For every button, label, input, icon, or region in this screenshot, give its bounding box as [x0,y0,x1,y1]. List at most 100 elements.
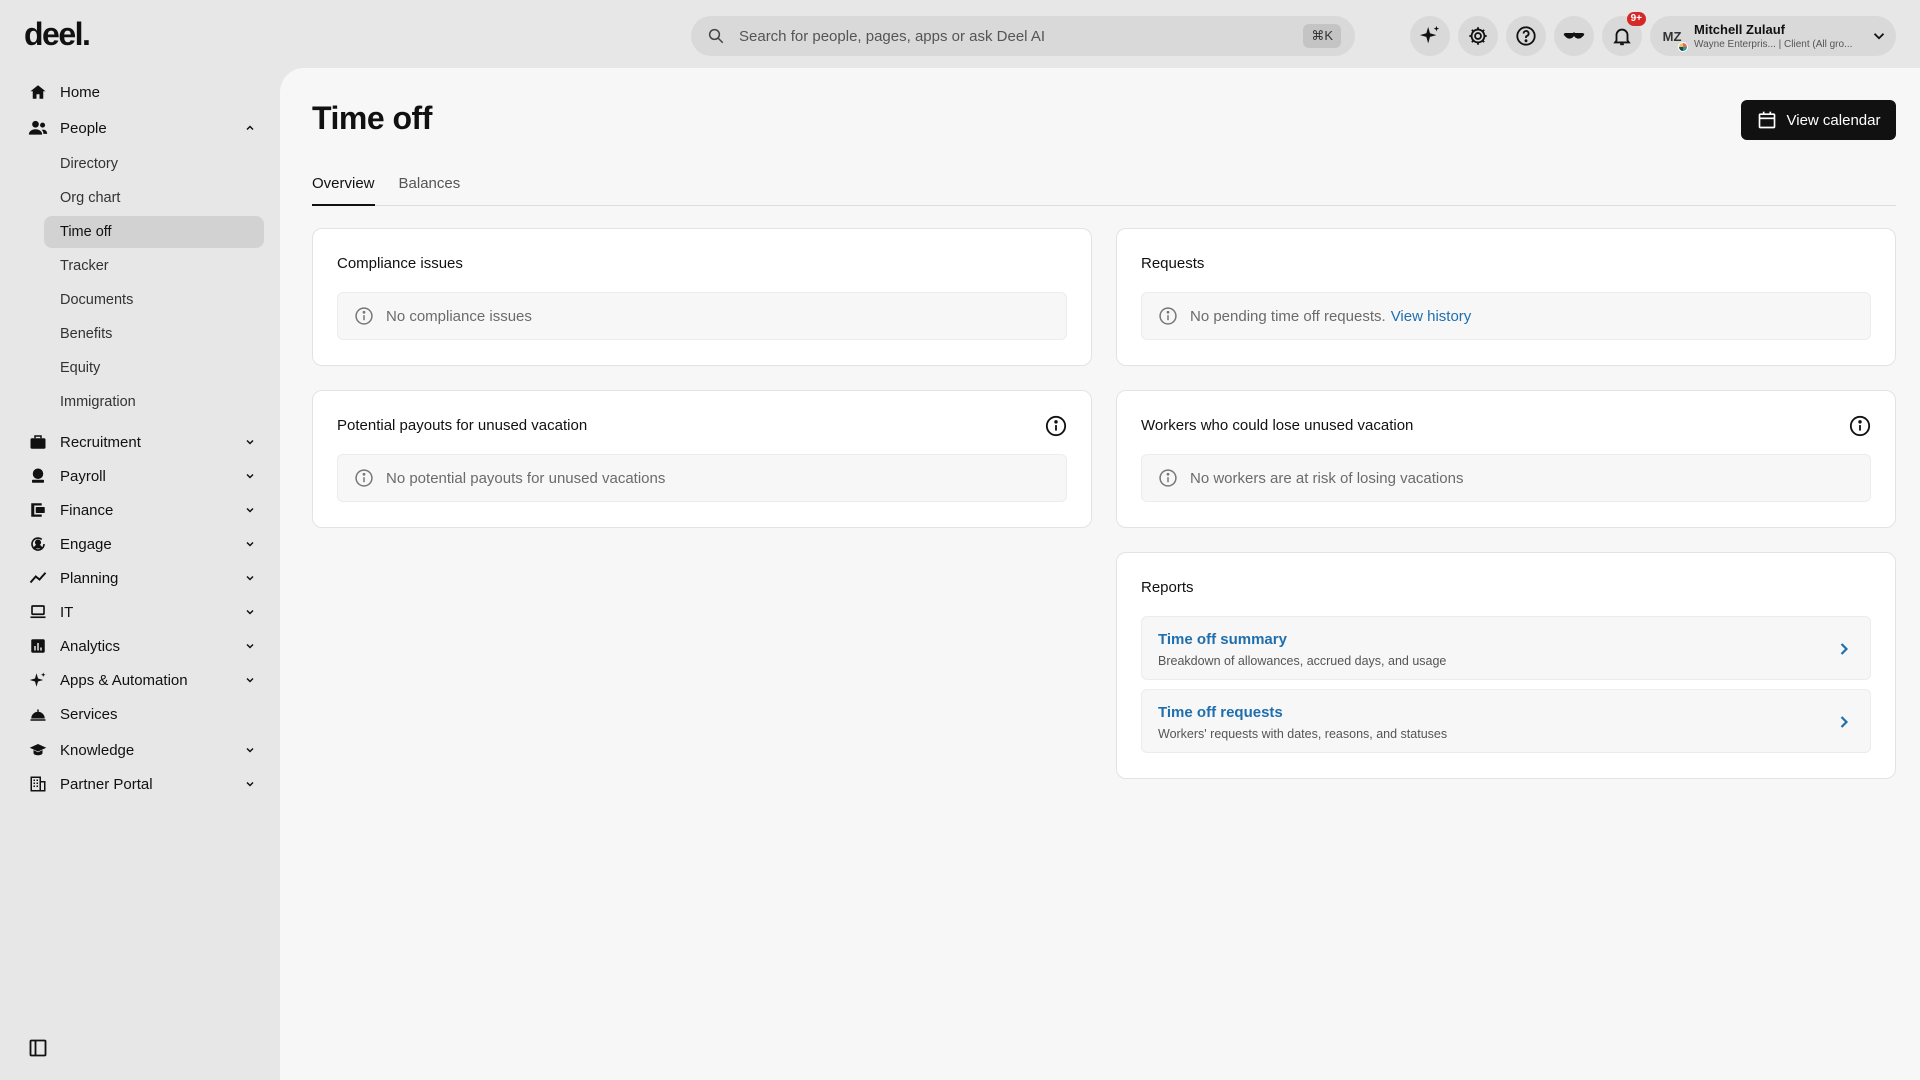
sidebar-item-label: Analytics [60,637,121,655]
global-search-bar[interactable]: Search for people, pages, apps or ask De… [691,16,1355,56]
sidebar-item-home[interactable]: Home [28,76,252,108]
empty-state-text: No compliance issues [386,307,532,325]
building-icon [28,774,48,794]
perks-button[interactable] [1554,16,1594,56]
sidebar-item-label: Apps & Automation [60,671,188,689]
sidebar-item-label: Home [60,83,101,101]
info-icon[interactable] [1045,415,1067,437]
chevron-down-icon [242,742,258,758]
sidebar-item-label: Payroll [60,467,106,485]
calendar-icon [1757,110,1777,130]
sidebar-toggle-icon [28,1038,48,1058]
workers-at-risk-card: Workers who could lose unused vacation N… [1116,390,1896,528]
sidebar-item-label: Finance [60,501,114,519]
sidebar-item-planning[interactable]: Planning [28,562,254,594]
chevron-down-icon [242,570,258,586]
empty-state: No workers are at risk of losing vacatio… [1141,454,1871,502]
info-icon[interactable] [1849,415,1871,437]
sidebar-subitem-immigration[interactable]: Immigration [44,386,264,418]
user-organization: Wayne Enterpris... | Client (All gro... [1694,38,1853,50]
empty-state: No potential payouts for unused vacation… [337,454,1067,502]
tab-balances[interactable]: Balances [399,172,461,206]
notifications-button[interactable]: 9+ [1602,12,1646,56]
chevron-down-icon [242,604,258,620]
search-input[interactable]: Search for people, pages, apps or ask De… [739,28,1303,45]
chevron-down-icon [242,434,258,450]
requests-card: Requests No pending time off requests. V… [1116,228,1896,366]
chevron-down-icon [1870,27,1888,45]
sidebar-item-label: Partner Portal [60,775,153,793]
finance-icon [28,500,48,520]
sidebar-subitem-org-chart[interactable]: Org chart [44,182,264,214]
empty-state: No pending time off requests. View histo… [1141,292,1871,340]
sidebar-item-label: Planning [60,569,119,587]
card-title: Compliance issues [337,255,463,272]
user-name: Mitchell Zulauf [1694,21,1785,37]
card-title: Potential payouts for unused vacation [337,417,588,434]
sidebar-item-payroll[interactable]: Payroll [28,460,254,492]
chevron-down-icon [242,536,258,552]
deel-ai-button[interactable] [1410,16,1450,56]
chevron-up-icon [242,120,258,136]
view-calendar-button[interactable]: View calendar [1741,100,1896,140]
sidebar-subitem-tracker[interactable]: Tracker [44,250,264,282]
sidebar-subitem-benefits[interactable]: Benefits [44,318,264,350]
mustache-icon [1561,25,1587,47]
report-description: Breakdown of allowances, accrued days, a… [1158,654,1447,668]
people-icon [28,118,48,138]
home-icon [28,82,48,102]
page-title: Time off [312,100,432,136]
report-description: Workers' requests with dates, reasons, a… [1158,727,1448,741]
sidebar-item-label: People [60,119,107,137]
sidebar-subitem-time-off[interactable]: Time off [44,216,264,248]
sidebar-item-label: IT [60,603,74,621]
card-title: Requests [1141,255,1205,272]
chevron-down-icon [242,638,258,654]
sidebar-nav: Home People Directory Org chart Time off… [0,70,280,1080]
info-icon [354,306,374,326]
payroll-icon [28,466,48,486]
view-history-link[interactable]: View history [1391,308,1472,325]
empty-state-text: No pending time off requests. [1190,307,1386,325]
help-button[interactable] [1506,16,1546,56]
help-icon [1515,25,1537,47]
main-content: Time off View calendar Overview Balances… [280,68,1920,1080]
briefcase-icon [28,432,48,452]
report-time-off-requests[interactable]: Time off requests Workers' requests with… [1141,689,1871,753]
sparkle-icon [28,670,48,690]
bell-icon [1611,25,1633,47]
collapse-sidebar-button[interactable] [26,1036,50,1060]
sidebar-item-services[interactable]: Services [28,698,252,730]
gear-icon [1467,25,1489,47]
chevron-down-icon [242,776,258,792]
settings-button[interactable] [1458,16,1498,56]
sidebar-item-knowledge[interactable]: Knowledge [28,734,254,766]
sidebar-item-people[interactable]: People [28,112,254,144]
avatar: MZ [1656,20,1688,52]
sidebar-item-finance[interactable]: Finance [28,494,254,526]
sidebar-item-engage[interactable]: Engage [28,528,254,560]
report-title: Time off requests [1158,704,1283,721]
sidebar-item-label: Engage [60,535,112,553]
laptop-icon [28,602,48,622]
sidebar-item-it[interactable]: IT [28,596,254,628]
sidebar-item-analytics[interactable]: Analytics [28,630,254,662]
tab-overview[interactable]: Overview [312,172,375,206]
sidebar-subitem-documents[interactable]: Documents [44,284,264,316]
user-account-menu[interactable]: MZ Mitchell Zulauf Wayne Enterpris... | … [1650,16,1896,56]
sidebar-item-recruitment[interactable]: Recruitment [28,426,254,458]
empty-state: No compliance issues [337,292,1067,340]
sidebar-item-label: Recruitment [60,433,141,451]
report-time-off-summary[interactable]: Time off summary Breakdown of allowances… [1141,616,1871,680]
org-logo-icon [1678,42,1688,52]
sidebar-item-partner-portal[interactable]: Partner Portal [28,768,254,800]
sidebar-subitem-equity[interactable]: Equity [44,352,264,384]
chevron-right-icon [1834,712,1854,732]
empty-state-text: No potential payouts for unused vacation… [386,469,666,487]
sidebar-subitem-directory[interactable]: Directory [44,148,264,180]
sidebar-item-apps-automation[interactable]: Apps & Automation [28,664,254,696]
reports-card: Reports Time off summary Breakdown of al… [1116,552,1896,779]
sidebar-item-label: Knowledge [60,741,135,759]
deel-logo[interactable]: deel. [24,16,91,53]
graduation-cap-icon [28,740,48,760]
